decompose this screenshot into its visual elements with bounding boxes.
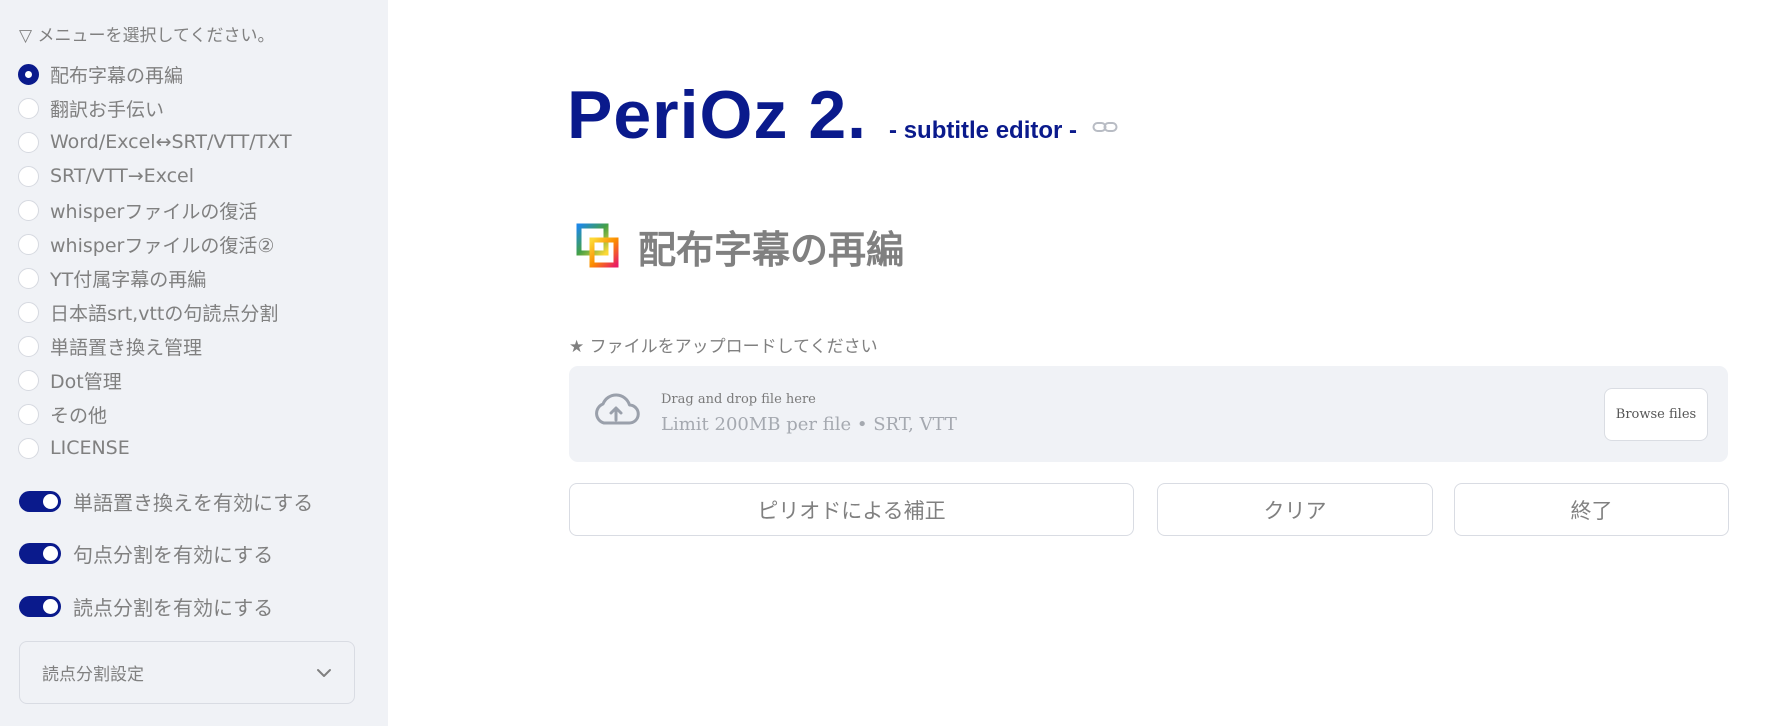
chevron-down-icon — [316, 668, 332, 678]
radio-icon[interactable] — [18, 199, 39, 221]
clear-button[interactable]: クリア — [1157, 483, 1433, 536]
menu-item-other[interactable]: その他 — [18, 397, 292, 431]
menu-item-word-replace[interactable]: 単語置き換え管理 — [18, 329, 292, 363]
menu-item-label: whisperファイルの復活② — [50, 234, 275, 257]
period-correction-button[interactable]: ピリオドによる補正 — [569, 483, 1134, 536]
toggle-switch[interactable] — [19, 543, 61, 564]
comma-split-settings-expander[interactable]: 読点分割設定 — [19, 641, 355, 704]
exit-button[interactable]: 終了 — [1454, 483, 1729, 536]
menu-item-label: 翻訳お手伝い — [50, 98, 165, 121]
menu-item-label: SRT/VTT→Excel — [50, 165, 195, 187]
toggle-switch[interactable] — [19, 491, 61, 512]
radio-icon[interactable] — [18, 267, 39, 289]
radio-icon[interactable] — [18, 301, 39, 323]
sidebar: ▽ メニューを選択してください。 配布字幕の再編 翻訳お手伝い Word/Exc… — [0, 0, 388, 726]
overlapping-squares-icon — [576, 223, 622, 271]
menu-item-word-excel-convert[interactable]: Word/Excel↔SRT/VTT/TXT — [18, 125, 292, 159]
radio-icon[interactable] — [18, 369, 39, 391]
browse-files-button[interactable]: Browse files — [1604, 388, 1708, 441]
cloud-upload-icon — [591, 391, 641, 431]
menu-item-translation-help[interactable]: 翻訳お手伝い — [18, 91, 292, 125]
menu-radio-group: 配布字幕の再編 翻訳お手伝い Word/Excel↔SRT/VTT/TXT SR… — [18, 57, 292, 465]
upload-caption: ★ ファイルをアップロードしてください — [569, 337, 878, 357]
menu-item-label: whisperファイルの復活 — [50, 200, 258, 223]
toggle-label: 句点分割を有効にする — [73, 543, 274, 567]
menu-item-label: YT付属字幕の再編 — [50, 268, 207, 291]
menu-item-srt-to-excel[interactable]: SRT/VTT→Excel — [18, 159, 292, 193]
radio-icon[interactable] — [18, 403, 39, 425]
app-title: PeriOz 2. — [567, 77, 868, 153]
menu-item-label: Dot管理 — [50, 370, 122, 393]
section-title: 配布字幕の再編 — [638, 228, 905, 272]
toggle-comma-split[interactable]: 読点分割を有効にする — [19, 592, 273, 621]
drop-instructions: Drag and drop file here — [661, 392, 816, 407]
menu-item-label: 日本語srt,vttの句読点分割 — [50, 302, 279, 325]
link-icon[interactable] — [1092, 119, 1118, 138]
toggle-label: 読点分割を有効にする — [73, 596, 274, 620]
toggle-period-split[interactable]: 句点分割を有効にする — [19, 539, 273, 568]
radio-icon[interactable] — [18, 97, 39, 119]
radio-selected-icon[interactable] — [18, 63, 39, 85]
radio-icon[interactable] — [18, 233, 39, 255]
radio-icon[interactable] — [18, 335, 39, 357]
menu-item-dot-manage[interactable]: Dot管理 — [18, 363, 292, 397]
menu-item-label: その他 — [50, 404, 108, 427]
toggle-switch[interactable] — [19, 596, 61, 617]
menu-item-label: 配布字幕の再編 — [50, 64, 184, 87]
toggle-label: 単語置き換えを有効にする — [73, 491, 314, 515]
menu-item-redistribute-subtitles[interactable]: 配布字幕の再編 — [18, 57, 292, 91]
menu-item-label: 単語置き換え管理 — [50, 336, 203, 359]
toggle-word-replace[interactable]: 単語置き換えを有効にする — [19, 487, 313, 516]
menu-item-whisper-restore-2[interactable]: whisperファイルの復活② — [18, 227, 292, 261]
app-subtitle: - subtitle editor - — [889, 117, 1078, 144]
menu-item-yt-subtitles[interactable]: YT付属字幕の再編 — [18, 261, 292, 295]
section-header: 配布字幕の再編 — [576, 219, 904, 274]
file-dropzone[interactable]: Drag and drop file here Limit 200MB per … — [569, 366, 1728, 462]
menu-item-whisper-restore[interactable]: whisperファイルの復活 — [18, 193, 292, 227]
menu-caption: ▽ メニューを選択してください。 — [19, 26, 275, 46]
radio-icon[interactable] — [18, 165, 39, 187]
menu-item-label: Word/Excel↔SRT/VTT/TXT — [50, 131, 292, 153]
radio-icon[interactable] — [18, 131, 39, 153]
file-limit-text: Limit 200MB per file • SRT, VTT — [661, 414, 957, 435]
menu-item-punctuation-split[interactable]: 日本語srt,vttの句読点分割 — [18, 295, 292, 329]
expander-label: 読点分割設定 — [42, 665, 144, 685]
radio-icon[interactable] — [18, 437, 39, 459]
header: PeriOz 2. - subtitle editor - — [567, 76, 1077, 154]
menu-item-license[interactable]: LICENSE — [18, 431, 292, 465]
menu-item-label: LICENSE — [50, 437, 130, 459]
